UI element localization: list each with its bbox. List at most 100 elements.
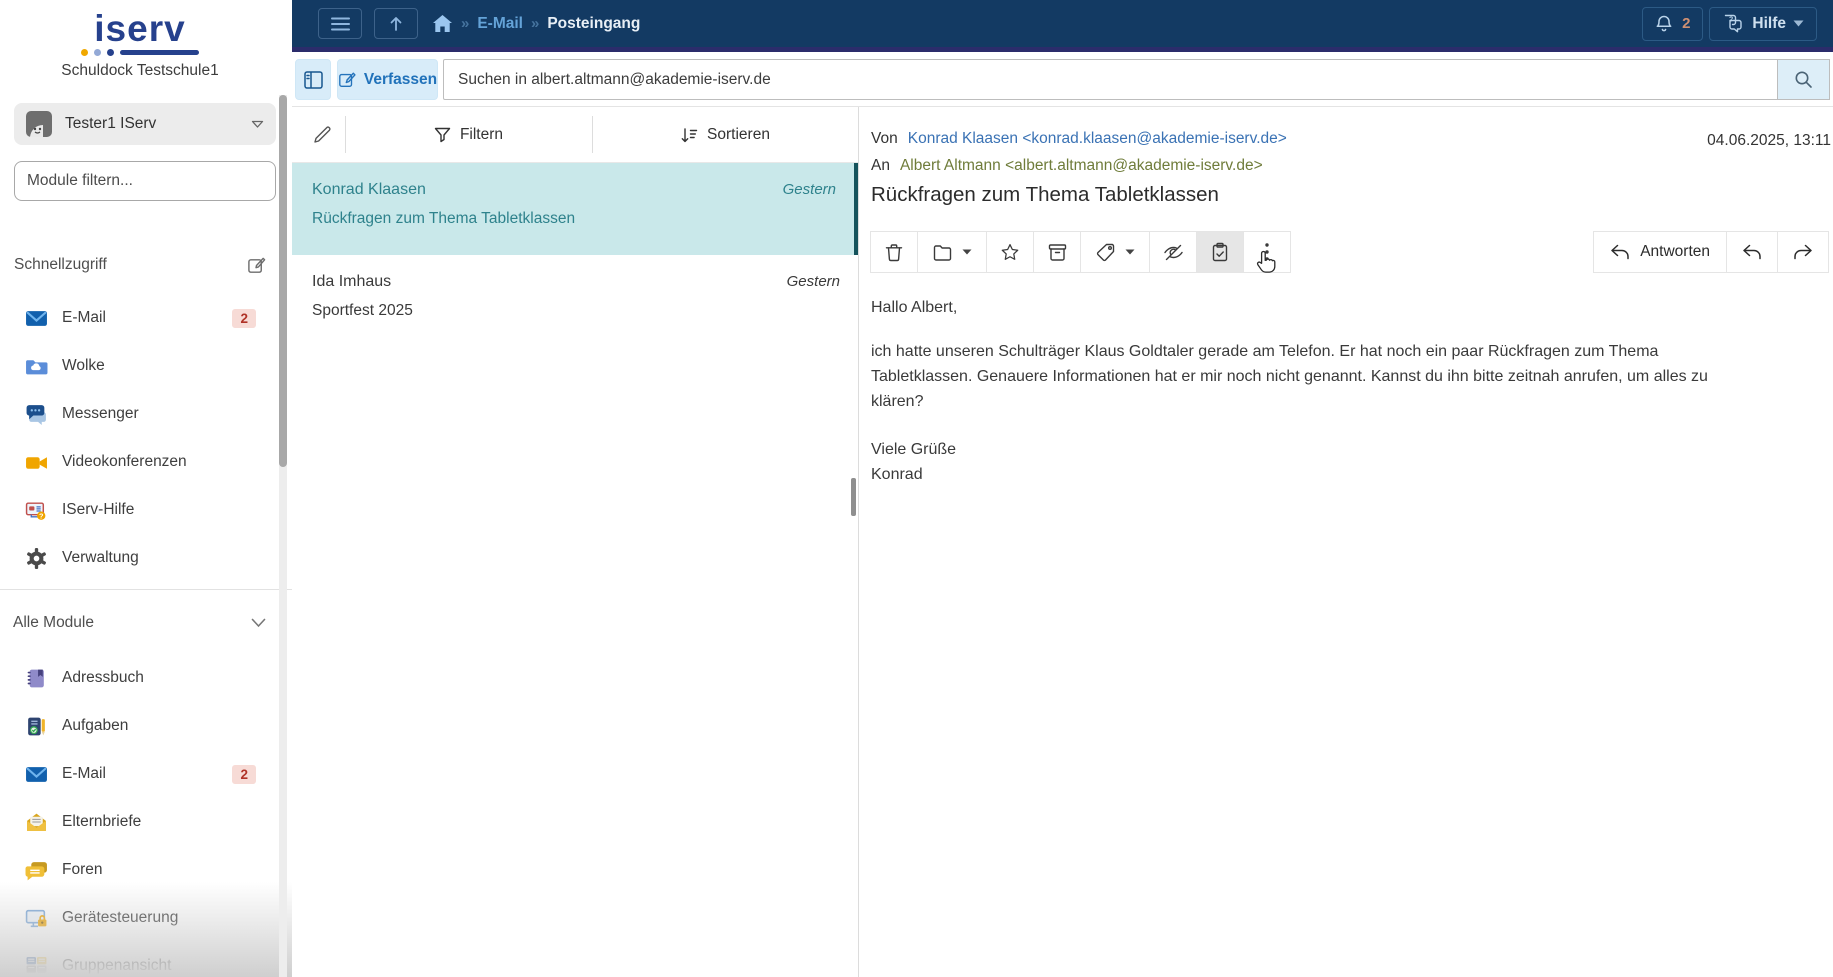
eye-slash-icon xyxy=(1163,243,1184,262)
sidebar-item-email[interactable]: E-Mail 2 xyxy=(24,302,262,334)
sidebar-item-adressbuch[interactable]: Adressbuch xyxy=(24,662,262,694)
mail-from-row: Von Konrad Klaasen <konrad.klaasen@akade… xyxy=(871,130,1287,148)
svg-text:?: ? xyxy=(1729,17,1733,24)
sidebar-item-foren[interactable]: Foren xyxy=(24,854,262,886)
sidebar-item-label: Verwaltung xyxy=(62,549,139,566)
mail-toolbar xyxy=(870,231,1291,273)
folder-panel-toggle-button[interactable] xyxy=(295,59,331,100)
breadcrumb-separator: » xyxy=(461,15,470,32)
forward-button[interactable] xyxy=(1777,231,1829,273)
sidebar-item-gruppenansicht[interactable]: Gruppenansicht xyxy=(24,950,262,977)
arrow-up-icon xyxy=(388,15,404,32)
sidebar-item-iserv-hilfe[interactable]: ? IServ-Hilfe xyxy=(24,494,262,526)
chat-bubbles-icon xyxy=(24,402,48,426)
reply-button[interactable]: Antworten xyxy=(1593,231,1727,273)
sidebar-scrollbar-thumb[interactable] xyxy=(279,95,287,467)
mail-body-signature: Konrad xyxy=(871,466,923,483)
mark-unread-button[interactable] xyxy=(1149,231,1197,273)
list-scrollbar-thumb[interactable] xyxy=(851,478,856,516)
archive-button[interactable] xyxy=(1033,231,1081,273)
more-actions-button[interactable] xyxy=(1243,231,1291,273)
mail-body-line: klären? xyxy=(871,393,924,410)
search-icon xyxy=(1794,70,1813,89)
school-name: Schuldock Testschule1 xyxy=(61,62,219,79)
folder-icon xyxy=(933,244,952,261)
compose-pencil-icon[interactable] xyxy=(312,124,333,150)
forward-icon xyxy=(1793,244,1813,260)
reply-all-button[interactable] xyxy=(1726,231,1778,273)
group-grid-icon xyxy=(24,954,48,977)
sidebar-item-verwaltung[interactable]: Verwaltung xyxy=(24,542,262,574)
sidebar-item-elternbriefe[interactable]: Elternbriefe xyxy=(24,806,262,838)
sidebar-item-label: IServ-Hilfe xyxy=(62,501,135,518)
sidebar-item-aufgaben[interactable]: Aufgaben xyxy=(24,710,262,742)
breadcrumb-app-link[interactable]: E-Mail xyxy=(477,15,523,33)
filter-icon xyxy=(434,127,451,143)
logo-underline xyxy=(81,49,199,56)
top-navbar: » E-Mail » Posteingang 2 ? Hilfe xyxy=(292,0,1833,52)
mail-list-pane: Filtern Sortieren Konrad Klaasen Rückfra… xyxy=(292,107,858,977)
help-screen-icon: ? xyxy=(24,498,48,522)
kebab-menu-icon xyxy=(1265,243,1269,261)
help-menu-button[interactable]: ? Hilfe xyxy=(1709,6,1817,41)
mail-body-closing: Viele Grüße xyxy=(871,441,957,458)
device-lock-icon xyxy=(24,906,48,930)
sidebar-item-label: Foren xyxy=(62,861,103,878)
mail-date: Gestern xyxy=(786,273,840,290)
filter-button[interactable]: Filtern xyxy=(345,107,592,163)
tag-button[interactable] xyxy=(1080,231,1150,273)
help-chat-icon: ? xyxy=(1722,14,1744,33)
quick-access-header: Schnellzugriff xyxy=(14,252,266,278)
iserv-logo[interactable]: iserv xyxy=(0,10,280,56)
gear-icon xyxy=(24,546,48,570)
mail-action-bar: Verfassen xyxy=(292,52,1833,107)
open-letter-icon xyxy=(24,810,48,834)
move-to-folder-button[interactable] xyxy=(917,231,987,273)
sidebar-item-label: Aufgaben xyxy=(62,717,129,734)
edit-quick-access-icon[interactable] xyxy=(247,256,266,275)
address-book-icon xyxy=(24,666,48,690)
sidebar-item-videokonferenzen[interactable]: Videokonferenzen xyxy=(24,446,262,478)
compose-button[interactable]: Verfassen xyxy=(337,59,438,100)
mail-date: Gestern xyxy=(782,181,836,198)
user-name: Tester1 IServ xyxy=(65,115,157,132)
mail-body-greeting: Hallo Albert, xyxy=(871,299,958,316)
sidebar-item-messenger[interactable]: Messenger xyxy=(24,398,262,430)
to-label: An xyxy=(871,157,890,174)
menu-toggle-button[interactable] xyxy=(318,8,362,39)
sidebar-item-wolke[interactable]: Wolke xyxy=(24,350,262,382)
caret-down-icon xyxy=(1125,249,1135,255)
reply-actions: Antworten xyxy=(1593,231,1829,273)
tag-icon xyxy=(1096,243,1115,262)
forum-bubbles-icon xyxy=(24,858,48,882)
delete-button[interactable] xyxy=(870,231,918,273)
star-button[interactable] xyxy=(986,231,1034,273)
sidebar-item-geraetesteuerung[interactable]: Gerätesteuerung xyxy=(24,902,262,934)
sidebar-item-label: Videokonferenzen xyxy=(62,453,187,470)
home-icon[interactable] xyxy=(432,14,453,33)
chevron-down-icon xyxy=(251,120,264,129)
mail-search-input[interactable] xyxy=(443,59,1778,100)
mail-list-row[interactable]: Ida Imhaus Sportfest 2025 Gestern xyxy=(292,255,858,345)
search-submit-button[interactable] xyxy=(1778,59,1830,100)
module-filter-input[interactable] xyxy=(14,161,276,201)
notifications-button[interactable]: 2 xyxy=(1642,6,1704,41)
sort-button[interactable]: Sortieren xyxy=(592,107,858,163)
notification-count: 2 xyxy=(1682,15,1691,32)
user-menu[interactable]: Tester1 IServ xyxy=(14,103,276,145)
sort-label: Sortieren xyxy=(707,126,770,143)
clipboard-task-button[interactable] xyxy=(1196,231,1244,273)
all-modules-header[interactable]: Alle Module xyxy=(13,610,266,636)
sidebar-item-email-modules[interactable]: E-Mail 2 xyxy=(24,758,262,790)
mail-list-row-selected[interactable]: Konrad Klaasen Rückfragen zum Thema Tabl… xyxy=(292,163,858,255)
scroll-top-button[interactable] xyxy=(374,8,418,39)
bell-icon xyxy=(1655,14,1673,34)
to-address-link[interactable]: Albert Altmann <albert.altmann@akademie-… xyxy=(900,157,1263,175)
sidebar-item-label: Wolke xyxy=(62,357,105,374)
mail-view-pane: Von Konrad Klaasen <konrad.klaasen@akade… xyxy=(858,107,1833,977)
caret-down-icon xyxy=(1793,20,1804,27)
from-address-link[interactable]: Konrad Klaasen <konrad.klaasen@akademie-… xyxy=(908,130,1287,148)
tasks-icon xyxy=(24,714,48,738)
sidebar: iserv Schuldock Testschule1 Tester1 ISer… xyxy=(0,0,292,977)
mail-sender: Ida Imhaus xyxy=(312,273,392,290)
